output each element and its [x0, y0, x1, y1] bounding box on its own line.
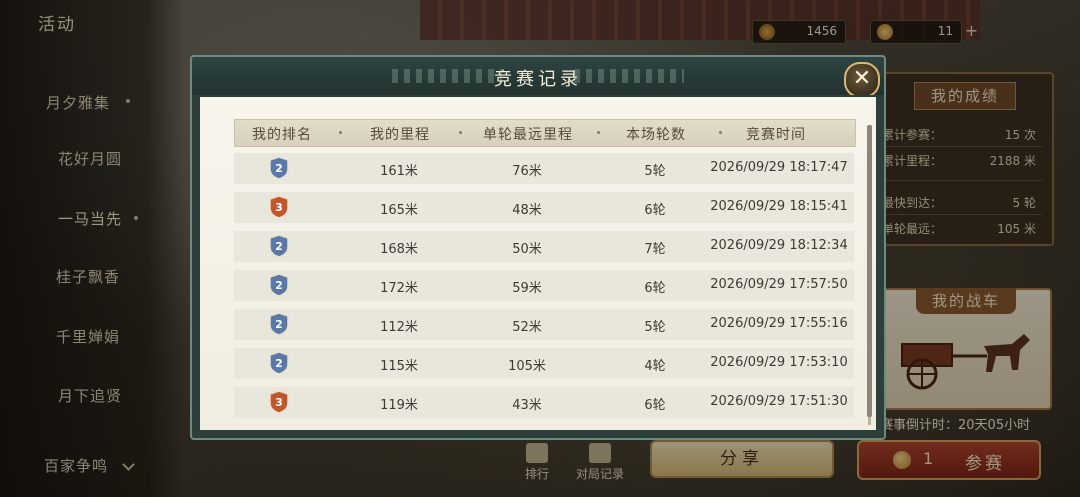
scrollbar-thumb[interactable] [867, 125, 872, 417]
close-button[interactable]: ✕ [844, 62, 880, 98]
rank-badge-icon: 3 [269, 390, 289, 414]
rank-badge-icon: 2 [269, 351, 289, 375]
header-separator [459, 131, 462, 134]
rounds-cell: 7轮 [644, 242, 666, 257]
rank-value: 2 [275, 357, 283, 370]
best-distance-cell: 48米 [512, 203, 542, 218]
header-separator [597, 131, 600, 134]
rank-badge-icon: 2 [269, 273, 289, 297]
distance-cell: 168米 [380, 242, 418, 257]
rank-value: 2 [275, 318, 283, 331]
header-separator [719, 131, 722, 134]
time-cell: 2026/09/29 18:12:34 [710, 238, 848, 253]
race-record-modal: 竞赛记录 ✕ 我的排名 我的里程 单轮最远里程 本场轮数 竞赛时间 2 161米 7… [190, 55, 886, 440]
rank-badge-icon: 2 [269, 312, 289, 336]
column-header: 竞赛时间 [746, 127, 806, 143]
table-row: 2 115米 105米 4轮 2026/09/29 17:53:10 [234, 348, 854, 379]
column-header: 本场轮数 [626, 127, 686, 143]
time-cell: 2026/09/29 18:17:47 [710, 160, 848, 175]
rank-value: 3 [275, 201, 283, 214]
rank-value: 2 [275, 162, 283, 175]
best-distance-cell: 43米 [512, 398, 542, 413]
rounds-cell: 6轮 [644, 398, 666, 413]
table-row: 2 112米 52米 5轮 2026/09/29 17:55:16 [234, 309, 854, 340]
rank-badge-icon: 2 [269, 234, 289, 258]
rounds-cell: 6轮 [644, 203, 666, 218]
column-header: 我的里程 [370, 127, 430, 143]
table-row: 2 168米 50米 7轮 2026/09/29 18:12:34 [234, 231, 854, 262]
table-row: 2 161米 76米 5轮 2026/09/29 18:17:47 [234, 153, 854, 184]
time-cell: 2026/09/29 17:51:30 [710, 394, 848, 409]
rank-badge-icon: 2 [269, 156, 289, 180]
best-distance-cell: 76米 [512, 164, 542, 179]
table-row: 3 165米 48米 6轮 2026/09/29 18:15:41 [234, 192, 854, 223]
table-row: 3 119米 43米 6轮 2026/09/29 17:51:30 [234, 387, 854, 418]
table-header: 我的排名 我的里程 单轮最远里程 本场轮数 竞赛时间 [234, 119, 856, 147]
modal-header: 竞赛记录 ✕ [190, 55, 886, 98]
modal-title: 竞赛记录 [494, 69, 582, 90]
time-cell: 2026/09/29 17:53:10 [710, 355, 848, 370]
header-separator [339, 131, 342, 134]
rank-value: 3 [275, 396, 283, 409]
time-cell: 2026/09/29 18:15:41 [710, 199, 848, 214]
distance-cell: 119米 [380, 398, 418, 413]
best-distance-cell: 105米 [508, 359, 546, 374]
best-distance-cell: 59米 [512, 281, 542, 296]
modal-body: 我的排名 我的里程 单轮最远里程 本场轮数 竞赛时间 2 161米 76米 5轮 202… [190, 95, 886, 440]
distance-cell: 172米 [380, 281, 418, 296]
best-distance-cell: 50米 [512, 242, 542, 257]
distance-cell: 115米 [380, 359, 418, 374]
rank-value: 2 [275, 279, 283, 292]
rank-value: 2 [275, 240, 283, 253]
time-cell: 2026/09/29 17:55:16 [710, 316, 848, 331]
rounds-cell: 6轮 [644, 281, 666, 296]
distance-cell: 112米 [380, 320, 418, 335]
column-header: 单轮最远里程 [483, 127, 573, 143]
rounds-cell: 4轮 [644, 359, 666, 374]
record-table: 我的排名 我的里程 单轮最远里程 本场轮数 竞赛时间 2 161米 76米 5轮 202… [200, 97, 876, 430]
distance-cell: 165米 [380, 203, 418, 218]
best-distance-cell: 52米 [512, 320, 542, 335]
rounds-cell: 5轮 [644, 164, 666, 179]
rounds-cell: 5轮 [644, 320, 666, 335]
table-row: 2 172米 59米 6轮 2026/09/29 17:57:50 [234, 270, 854, 301]
distance-cell: 161米 [380, 164, 418, 179]
column-header: 我的排名 [252, 127, 312, 143]
time-cell: 2026/09/29 17:57:50 [710, 277, 848, 292]
rank-badge-icon: 3 [269, 195, 289, 219]
